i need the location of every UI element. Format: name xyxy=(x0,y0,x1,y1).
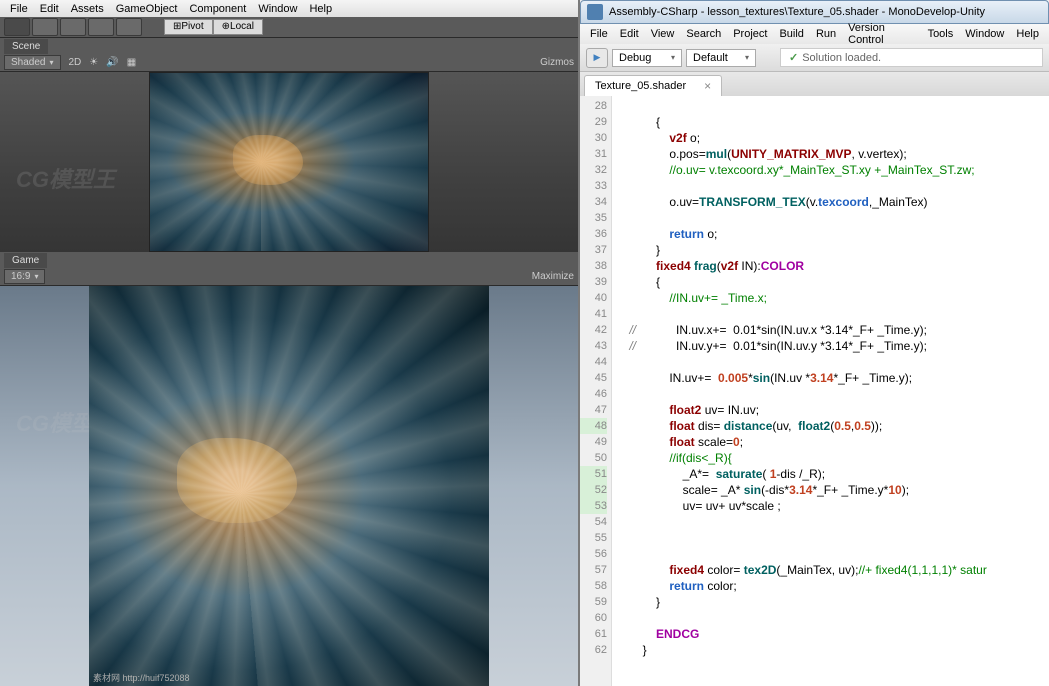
menu-help[interactable]: Help xyxy=(1010,28,1045,40)
menu-window[interactable]: Window xyxy=(252,3,303,15)
aspect-dropdown[interactable]: 16:9 xyxy=(4,269,45,284)
document-tab[interactable]: Texture_05.shader xyxy=(584,75,722,96)
fx-icon[interactable]: ▦ xyxy=(127,57,136,68)
mono-toolbar: ▶ Debug Default Solution loaded. xyxy=(580,44,1049,72)
scene-view[interactable]: CG模型王 xyxy=(0,72,578,252)
scale-tool-icon[interactable] xyxy=(88,18,114,36)
monodevelop-window: Assembly-CSharp - lesson_textures\Textur… xyxy=(578,0,1049,686)
local-button[interactable]: ⊕ Local xyxy=(213,19,263,35)
config-dropdown[interactable]: Debug xyxy=(612,49,682,67)
game-tab-bar: Game xyxy=(0,252,578,269)
document-tab-bar: Texture_05.shader xyxy=(580,72,1049,96)
menu-version-control[interactable]: Version Control xyxy=(842,22,921,46)
audio-icon[interactable]: 🔊 xyxy=(106,57,118,68)
rect-tool-icon[interactable] xyxy=(116,18,142,36)
status-bar: Solution loaded. xyxy=(780,48,1043,67)
menu-search[interactable]: Search xyxy=(680,28,727,40)
window-title: Assembly-CSharp - lesson_textures\Textur… xyxy=(609,6,985,18)
menu-edit[interactable]: Edit xyxy=(614,28,645,40)
menu-build[interactable]: Build xyxy=(773,28,809,40)
game-tab[interactable]: Game xyxy=(4,253,47,268)
rotate-tool-icon[interactable] xyxy=(60,18,86,36)
watermark: CG模型王 xyxy=(16,162,115,194)
game-options: 16:9 Maximize xyxy=(0,269,578,286)
menu-assets[interactable]: Assets xyxy=(65,3,110,15)
light-icon[interactable]: ☀ xyxy=(89,57,98,68)
platform-dropdown[interactable]: Default xyxy=(686,49,756,67)
scene-options: Shaded 2D ☀ 🔊 ▦ Gizmos xyxy=(0,55,578,72)
mode-2d-toggle[interactable]: 2D xyxy=(69,57,82,68)
menu-edit[interactable]: Edit xyxy=(34,3,65,15)
menu-file[interactable]: File xyxy=(4,3,34,15)
menu-window[interactable]: Window xyxy=(959,28,1010,40)
menu-project[interactable]: Project xyxy=(727,28,773,40)
move-tool-icon[interactable] xyxy=(32,18,58,36)
menu-file[interactable]: File xyxy=(584,28,614,40)
image-caption: 素材网 http://huif752088 xyxy=(93,671,190,684)
scene-tab[interactable]: Scene xyxy=(4,39,48,54)
window-titlebar: Assembly-CSharp - lesson_textures\Textur… xyxy=(580,0,1049,24)
unity-toolbar: ⊞ Pivot ⊕ Local xyxy=(0,17,578,38)
shading-mode-dropdown[interactable]: Shaded xyxy=(4,55,61,70)
scene-quad-preview xyxy=(149,72,429,252)
pivot-button[interactable]: ⊞ Pivot xyxy=(164,19,213,35)
menu-tools[interactable]: Tools xyxy=(922,28,960,40)
menu-component[interactable]: Component xyxy=(183,3,252,15)
menu-run[interactable]: Run xyxy=(810,28,842,40)
game-preview-image: 素材网 http://huif752088 xyxy=(89,286,489,686)
unity-menubar: File Edit Assets GameObject Component Wi… xyxy=(0,0,578,17)
menu-view[interactable]: View xyxy=(645,28,681,40)
menu-help[interactable]: Help xyxy=(303,3,338,15)
menu-gameobject[interactable]: GameObject xyxy=(110,3,184,15)
game-view[interactable]: CG模型王 素材网 http://huif752088 xyxy=(0,286,578,686)
line-gutter: 2829303132333435363738394041424344454647… xyxy=(580,96,612,686)
code-area[interactable]: { v2f o; o.pos=mul(UNITY_MATRIX_MVP, v.v… xyxy=(612,96,1049,686)
hand-tool-icon[interactable] xyxy=(4,18,30,36)
scene-tab-bar: Scene xyxy=(0,38,578,55)
mono-menubar: File Edit View Search Project Build Run … xyxy=(580,24,1049,44)
maximize-toggle[interactable]: Maximize xyxy=(532,271,574,282)
run-button[interactable]: ▶ xyxy=(586,48,608,68)
unity-editor: File Edit Assets GameObject Component Wi… xyxy=(0,0,578,686)
gizmos-dropdown[interactable]: Gizmos xyxy=(540,57,574,68)
code-editor[interactable]: 2829303132333435363738394041424344454647… xyxy=(580,96,1049,686)
monodevelop-icon xyxy=(587,4,603,20)
